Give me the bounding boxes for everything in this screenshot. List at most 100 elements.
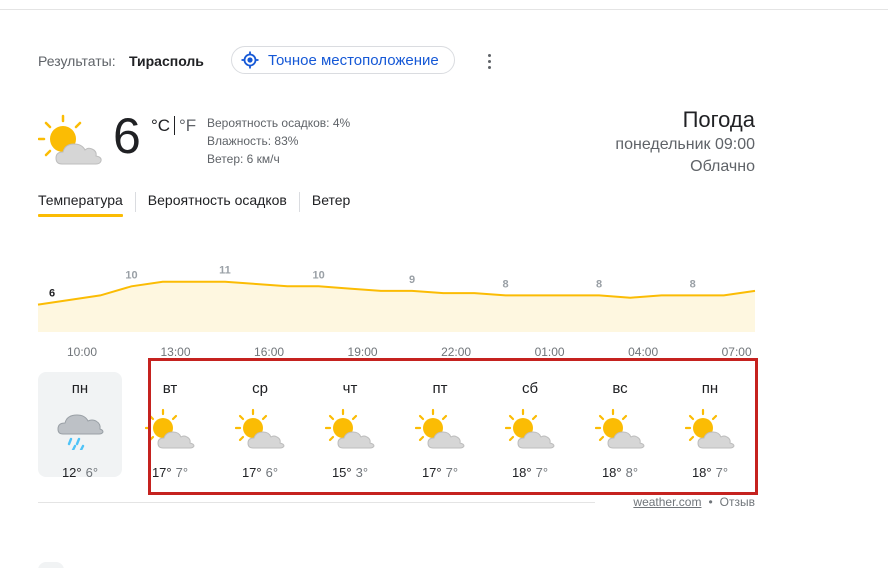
day-forecast-item[interactable]: пн 18° 7° <box>668 372 752 480</box>
day-name: пт <box>432 380 448 397</box>
day-high-temp: 17° <box>421 465 442 480</box>
chart-time-label: 04:00 <box>628 345 659 359</box>
day-name: чт <box>342 380 358 397</box>
unit-fahrenheit-toggle[interactable]: °F <box>179 116 196 136</box>
day-temps: 18° 7° <box>488 465 572 480</box>
partly-cloudy-icon <box>38 114 102 165</box>
footer: weather.com • Отзыв <box>633 495 755 509</box>
day-temps: 17° 7° <box>398 465 482 480</box>
day-high-temp: 15° <box>331 465 352 480</box>
humidity: Влажность: 83% <box>207 134 299 148</box>
chart-point-label: 6 <box>49 288 55 300</box>
current-temperature: 6 <box>113 108 141 164</box>
precise-location-button[interactable]: Точное местоположение <box>231 46 455 74</box>
day-temps: 17° 6° <box>218 465 302 480</box>
unit-separator <box>174 116 175 135</box>
partly-cloudy-icon <box>324 408 375 449</box>
daily-forecast: пн 12° 6° вт 17° 7° ср 17° 6° чт 15° 3° пт 17° 7° сб 18°… <box>38 372 755 480</box>
weather-tabs: Температура Вероятность осадков Ветер <box>38 192 350 222</box>
day-high-temp: 17° <box>241 465 262 480</box>
day-high-temp: 17° <box>151 465 172 480</box>
more-vert-icon[interactable] <box>479 50 499 72</box>
tab-temperature[interactable]: Температура <box>38 192 123 217</box>
weather-details: Вероятность осадков: 4% Влажность: 83% В… <box>207 114 350 168</box>
chart-point-label: 10 <box>125 269 137 281</box>
unit-celsius-toggle[interactable]: °C <box>151 116 170 136</box>
day-high-temp: 18° <box>691 465 712 480</box>
next-result-icon <box>38 562 64 568</box>
day-name: сб <box>521 380 539 397</box>
chart-point-label: 11 <box>219 265 231 277</box>
day-temps: 15° 3° <box>308 465 392 480</box>
day-name: вс <box>612 380 628 397</box>
day-low-temp: 7° <box>535 465 549 480</box>
day-temps: 12° 6° <box>38 465 122 480</box>
chart-point-label: 10 <box>312 269 324 281</box>
day-high-temp: 12° <box>61 465 82 480</box>
tab-divider <box>298 192 300 212</box>
chart-time-label: 07:00 <box>721 345 752 359</box>
weather-condition: Облачно <box>690 158 755 175</box>
partly-cloudy-icon <box>594 408 645 449</box>
day-low-temp: 7° <box>445 465 459 480</box>
temperature-chart: 6 10 11 10 9 8 8 8 <box>37 260 756 332</box>
precise-location-label: Точное местоположение <box>268 51 439 69</box>
wind-speed: Ветер: 6 км/ч <box>207 152 280 166</box>
day-name: ср <box>252 380 268 397</box>
day-temps: 17° 7° <box>128 465 212 480</box>
weather-title: Погода <box>682 107 755 132</box>
chart-time-label: 19:00 <box>347 345 378 359</box>
partly-cloudy-icon <box>144 408 195 449</box>
day-low-temp: 3° <box>355 465 369 480</box>
rain-cloud-icon <box>57 414 104 452</box>
day-temps: 18° 8° <box>578 465 662 480</box>
day-name: вт <box>162 380 178 397</box>
temperature-area <box>38 281 755 332</box>
day-forecast-item[interactable]: ср 17° 6° <box>218 372 302 480</box>
location-crosshair-icon <box>241 51 259 69</box>
day-forecast-item[interactable]: пн 12° 6° <box>38 372 122 480</box>
partly-cloudy-icon <box>684 408 735 449</box>
day-low-temp: 7° <box>715 465 729 480</box>
day-high-temp: 18° <box>601 465 622 480</box>
results-label: Результаты: <box>38 53 116 69</box>
day-forecast-item[interactable]: вт 17° 7° <box>128 372 212 480</box>
day-low-temp: 6° <box>85 465 99 480</box>
chart-point-label: 8 <box>690 278 696 290</box>
day-name: пн <box>71 380 89 397</box>
source-link[interactable]: weather.com <box>633 495 701 509</box>
day-name: пн <box>701 380 719 397</box>
partly-cloudy-icon <box>234 408 285 449</box>
day-forecast-item[interactable]: вс 18° 8° <box>578 372 662 480</box>
results-city[interactable]: Тирасполь <box>129 53 204 69</box>
weather-time: понедельник 09:00 <box>615 136 755 153</box>
chart-point-label: 9 <box>409 274 415 286</box>
chart-point-label: 8 <box>503 278 509 290</box>
day-forecast-item[interactable]: чт 15° 3° <box>308 372 392 480</box>
tab-wind[interactable]: Ветер <box>312 192 351 217</box>
day-low-temp: 6° <box>265 465 279 480</box>
precipitation-chance: Вероятность осадков: 4% <box>207 116 351 130</box>
chart-time-label: 10:00 <box>66 345 98 359</box>
top-divider <box>0 9 888 10</box>
temperature-chart-svg: 6 10 11 10 9 8 8 8 <box>37 265 756 332</box>
day-low-temp: 7° <box>175 465 189 480</box>
footer-separator: • <box>708 495 713 509</box>
day-forecast-item[interactable]: сб 18° 7° <box>488 372 572 480</box>
feedback-link[interactable]: Отзыв <box>720 495 755 509</box>
tab-precipitation[interactable]: Вероятность осадков <box>148 192 287 217</box>
chart-point-label: 8 <box>596 278 602 290</box>
chart-time-label: 16:00 <box>254 345 285 359</box>
tab-divider <box>134 192 136 212</box>
day-high-temp: 18° <box>511 465 532 480</box>
chart-time-axis: 10:00 13:00 16:00 19:00 22:00 01:00 04:00 07:00 <box>38 345 755 361</box>
partly-cloudy-icon <box>414 408 465 449</box>
chart-time-label: 22:00 <box>441 345 472 359</box>
day-low-temp: 8° <box>625 465 639 480</box>
chart-time-label: 13:00 <box>160 345 191 359</box>
bottom-divider <box>38 502 595 503</box>
day-temps: 18° 7° <box>668 465 752 480</box>
partly-cloudy-icon <box>504 408 555 449</box>
chart-time-label: 01:00 <box>534 345 565 359</box>
day-forecast-item[interactable]: пт 17° 7° <box>398 372 482 480</box>
